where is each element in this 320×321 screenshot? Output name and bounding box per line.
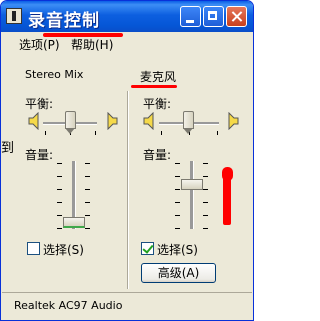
title-bar[interactable]: 录音控制	[1, 1, 253, 32]
window-title: 录音控制	[28, 11, 100, 31]
app-icon	[6, 8, 22, 24]
mic-volume-track	[190, 161, 194, 229]
stereo-select-checkbox[interactable]	[27, 242, 40, 255]
mic-volume-slider[interactable]	[181, 179, 203, 190]
menu-help[interactable]: 帮助(H)	[71, 36, 113, 53]
minimize-button[interactable]	[180, 6, 201, 27]
advanced-button[interactable]: 高级(A)	[141, 263, 216, 283]
stereo-select-label: 选择(S)	[43, 243, 84, 257]
mic-select-checkbox[interactable]	[141, 242, 154, 255]
mic-balance-label: 平衡:	[143, 97, 172, 111]
speaker-left-icon	[28, 112, 39, 130]
mic-select-label: 选择(S)	[157, 243, 198, 257]
red-underline-mic	[131, 85, 177, 88]
microphone-label: 麦克风	[140, 70, 177, 84]
mic-volume-label: 音量:	[143, 148, 172, 162]
stereo-mix-label: Stereo Mix	[25, 68, 84, 81]
status-bar: Realtek AC97 Audio	[2, 292, 252, 321]
stereo-volume-slider[interactable]	[63, 217, 85, 228]
red-mark-line	[223, 177, 231, 225]
speaker-right-icon	[228, 112, 239, 130]
menu-options[interactable]: 选项(P)	[19, 36, 60, 53]
maximize-button[interactable]	[203, 6, 224, 27]
tick	[95, 131, 96, 135]
tick	[45, 131, 46, 135]
stereo-balance-slider[interactable]	[65, 111, 76, 134]
stereo-balance-label: 平衡:	[25, 97, 54, 111]
cropped-text: 到	[1, 141, 15, 156]
speaker-right-icon	[107, 112, 118, 130]
recording-control-window: 录音控制 选项(P) 帮助(H) 到 Stereo Mix 平衡: 音量: 选择…	[0, 0, 254, 321]
speaker-left-icon	[143, 112, 154, 130]
device-name: Realtek AC97 Audio	[14, 299, 123, 312]
menu-bar: 选项(P) 帮助(H)	[2, 32, 252, 54]
stereo-volume-label: 音量:	[25, 148, 54, 162]
mic-balance-slider[interactable]	[183, 111, 194, 134]
column-separator	[127, 91, 129, 289]
close-button[interactable]	[226, 6, 247, 27]
